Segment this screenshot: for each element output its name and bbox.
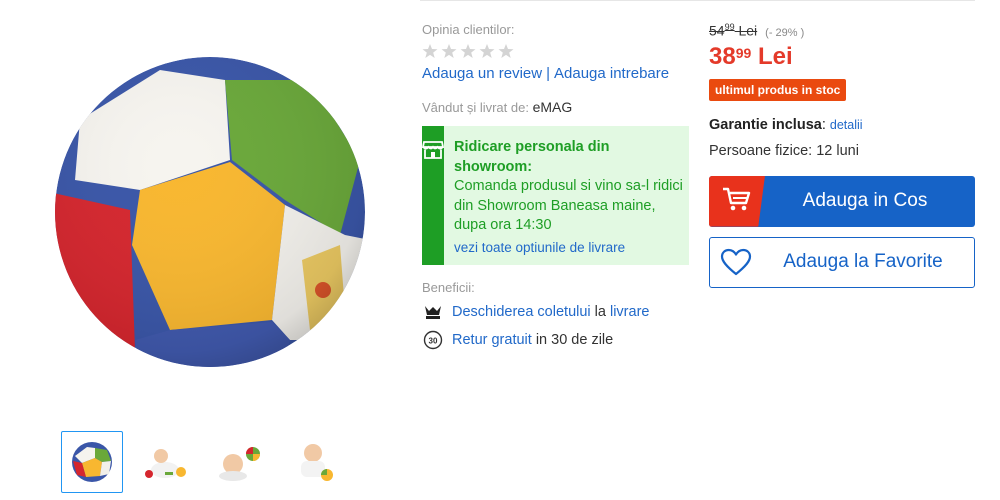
benefit-open-package: Deschiderea coletului la livrare bbox=[422, 301, 692, 323]
cart-icon bbox=[722, 186, 752, 217]
return-30-icon: 30 bbox=[422, 329, 444, 351]
review-links: Adauga un review | Adauga intrebare bbox=[422, 65, 692, 82]
thumbnail-4[interactable] bbox=[283, 431, 345, 493]
link-separator: | bbox=[546, 65, 550, 82]
discount-label: (- 29% ) bbox=[765, 26, 805, 39]
benefit-free-return: 30 Retur gratuit in 30 de zile bbox=[422, 329, 692, 351]
star-icon bbox=[441, 44, 457, 58]
add-to-cart-button[interactable]: Adauga in Cos bbox=[709, 175, 975, 227]
new-price-dec: 99 bbox=[735, 44, 752, 61]
product-info-column: Opinia clientilor: Adauga un review | Adau… bbox=[421, 22, 692, 351]
cart-icon-box bbox=[709, 175, 765, 227]
benefit-text-open-package: la bbox=[590, 304, 610, 320]
thumbnail-3[interactable] bbox=[209, 431, 271, 493]
warranty-details-link[interactable]: detalii bbox=[830, 118, 863, 132]
add-to-cart-label: Adauga in Cos bbox=[802, 190, 928, 212]
rating-label: Opinia clientilor: bbox=[422, 22, 515, 37]
benefit-link-open-package[interactable]: Deschiderea coletului bbox=[452, 304, 591, 320]
current-price: 3899 Lei bbox=[709, 43, 975, 71]
add-to-favorites-label: Adauga la Favorite bbox=[783, 251, 943, 273]
showroom-pickup-box: Ridicare personala din showroom: Comanda… bbox=[421, 126, 689, 265]
new-price-currency: Lei bbox=[757, 42, 793, 70]
old-price: 5499 Lei (- 29% ) bbox=[709, 22, 975, 39]
seller-label: Vândut și livrat de: bbox=[422, 100, 529, 115]
benefits-label: Beneficii: bbox=[422, 280, 475, 295]
star-icon bbox=[479, 44, 495, 58]
warranty-label: Garantie inclusa bbox=[709, 116, 822, 133]
old-price-currency: Lei bbox=[738, 22, 758, 39]
heart-icon bbox=[710, 248, 762, 276]
seller-info: Vândut și livrat de: eMAG bbox=[422, 99, 692, 115]
star-icon bbox=[460, 44, 476, 58]
old-price-int: 54 bbox=[709, 22, 725, 39]
seller-name: eMAG bbox=[532, 99, 573, 115]
pickup-text: Comanda produsul si vino sa-l ridici din… bbox=[454, 178, 683, 233]
thumbnail-2[interactable] bbox=[135, 431, 197, 493]
add-question-link[interactable]: Adauga intrebare bbox=[554, 65, 669, 82]
rating-stars[interactable] bbox=[422, 43, 692, 59]
old-price-dec: 99 bbox=[724, 22, 735, 32]
new-price-int: 38 bbox=[709, 42, 736, 70]
thumbnail-1[interactable] bbox=[61, 431, 123, 493]
delivery-options-link[interactable]: vezi toate optiunile de livrare bbox=[454, 238, 683, 258]
warranty-colon: : bbox=[821, 116, 826, 133]
add-to-favorites-button[interactable]: Adauga la Favorite bbox=[709, 236, 975, 288]
warranty-info: Garantie inclusa: detalii bbox=[709, 117, 975, 133]
old-price-value: 5499 Lei bbox=[709, 22, 757, 39]
stock-badge: ultimul produs in stoc bbox=[709, 78, 847, 101]
box-open-icon bbox=[422, 301, 444, 323]
svg-text:30: 30 bbox=[429, 337, 438, 346]
store-icon bbox=[421, 140, 445, 265]
main-product-image[interactable] bbox=[40, 40, 380, 380]
warranty-persons: Persoane fizice: 12 luni bbox=[709, 142, 859, 159]
pickup-title: Ridicare personala din showroom: bbox=[454, 139, 610, 175]
top-divider bbox=[420, 0, 975, 1]
add-review-link[interactable]: Adauga un review bbox=[422, 65, 542, 82]
benefit-link-free-return[interactable]: Retur gratuit bbox=[452, 332, 532, 348]
star-icon bbox=[422, 44, 438, 58]
benefit-text-free-return: in 30 de zile bbox=[531, 332, 614, 348]
benefit-link-delivery[interactable]: livrare bbox=[610, 304, 649, 320]
star-icon bbox=[498, 44, 514, 58]
price-column: 5499 Lei (- 29% ) 3899 Lei ultimul produ… bbox=[709, 22, 975, 288]
pickup-stripe bbox=[421, 126, 445, 265]
thumbnail-strip bbox=[61, 431, 345, 493]
